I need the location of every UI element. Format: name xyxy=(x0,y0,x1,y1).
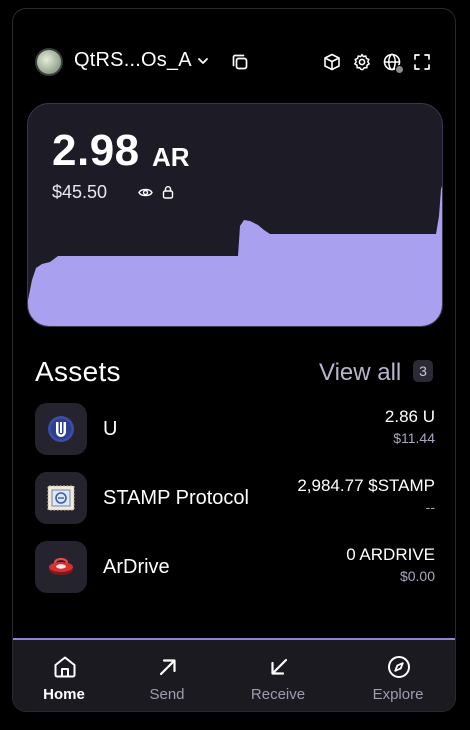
asset-row-ardrive[interactable]: ArDrive 0 ARDRIVE $0.00 xyxy=(35,541,435,595)
compass-icon xyxy=(386,654,412,680)
home-icon xyxy=(52,654,78,680)
nav-home[interactable]: Home xyxy=(14,640,114,711)
asset-quantity: 0 ARDRIVE xyxy=(346,545,435,564)
nav-label: Send xyxy=(149,686,185,703)
network-status-dot xyxy=(395,65,404,74)
asset-quantity: 2,984.77 $STAMP xyxy=(297,476,435,495)
account-avatar[interactable] xyxy=(35,48,63,76)
asset-name: STAMP Protocol xyxy=(103,487,249,509)
fullscreen-icon[interactable] xyxy=(412,52,432,72)
nav-label: Explore xyxy=(372,686,424,703)
cube-icon[interactable] xyxy=(322,52,342,72)
asset-name: U xyxy=(103,418,118,440)
balance-unit: AR xyxy=(152,142,190,172)
assets-count-badge: 3 xyxy=(413,360,433,382)
balance-amount: 2.98 xyxy=(52,126,140,175)
gear-icon[interactable] xyxy=(352,52,372,72)
nav-explore[interactable]: Explore xyxy=(348,640,448,711)
u-token-icon xyxy=(35,403,87,455)
asset-name: ArDrive xyxy=(103,556,170,578)
balance-card: 2.98 AR $45.50 xyxy=(27,103,443,327)
bottom-nav: Home Send Receive Explore xyxy=(13,640,455,711)
chevron-down-icon[interactable] xyxy=(196,54,210,68)
arrow-down-left-icon xyxy=(266,654,292,680)
asset-row-stamp[interactable]: STAMP Protocol 2,984.77 $STAMP -- xyxy=(35,472,435,526)
asset-fiat-value: $11.44 xyxy=(393,430,435,446)
nav-label: Home xyxy=(43,686,85,703)
asset-quantity: 2.86 U xyxy=(384,407,435,426)
assets-title: Assets xyxy=(35,356,121,387)
header: QtRS...Os_A xyxy=(13,9,455,113)
asset-fiat-value: $0.00 xyxy=(399,568,435,584)
account-name[interactable]: QtRS...Os_A xyxy=(74,49,192,72)
stamp-token-icon xyxy=(35,472,87,524)
nav-send[interactable]: Send xyxy=(117,640,217,711)
nav-receive[interactable]: Receive xyxy=(228,640,328,711)
copy-icon[interactable] xyxy=(230,52,250,72)
asset-fiat-value: -- xyxy=(425,499,435,515)
globe-icon[interactable] xyxy=(382,52,404,74)
asset-row-u[interactable]: U 2.86 U $11.44 xyxy=(35,403,435,457)
ardrive-token-icon xyxy=(35,541,87,593)
eye-icon[interactable] xyxy=(138,186,153,199)
lock-icon[interactable] xyxy=(162,185,174,199)
nav-label: Receive xyxy=(250,686,306,703)
arrow-up-right-icon xyxy=(155,654,181,680)
balance-fiat: $45.50 xyxy=(52,182,108,202)
wallet-popup: QtRS...Os_A 2.98 AR $45.50 Assets View a… xyxy=(12,8,456,712)
view-all-link[interactable]: View all xyxy=(319,359,401,387)
